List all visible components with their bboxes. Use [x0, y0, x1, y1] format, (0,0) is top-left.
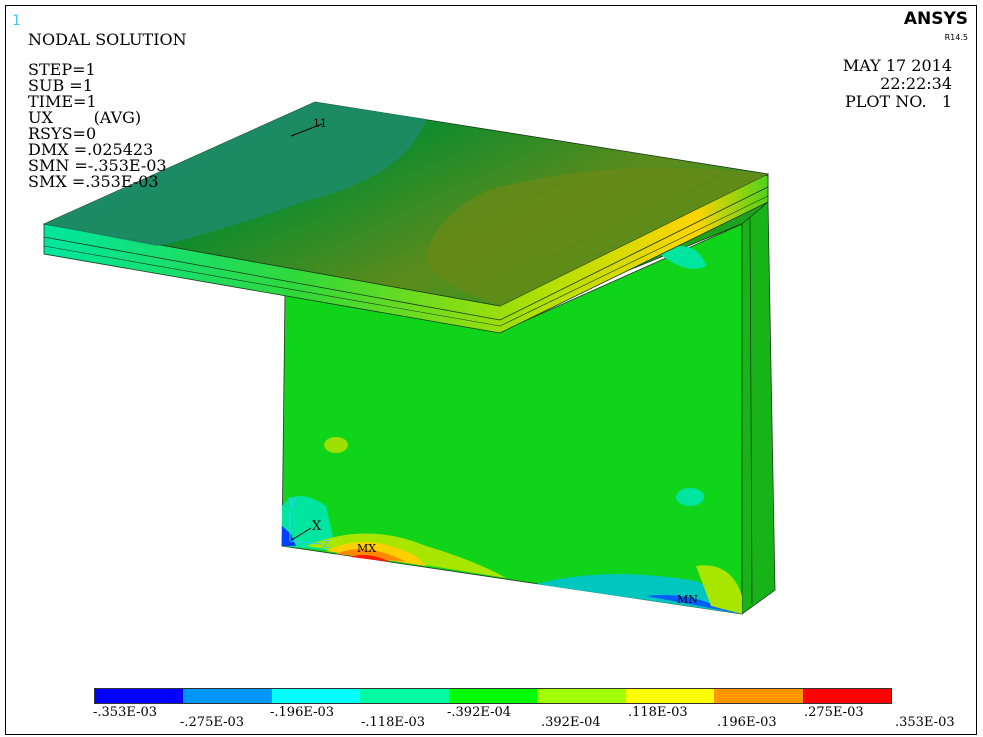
legend-label: .196E-03	[717, 715, 777, 730]
plot-number: PLOT NO. 1	[845, 92, 952, 111]
legend-swatch	[802, 689, 891, 703]
wall-side-face	[741, 201, 776, 615]
model-view[interactable]: 11 Y X Z MX MN	[6, 6, 976, 734]
legend-label: -.118E-03	[361, 715, 426, 730]
contour-legend-bar	[94, 688, 892, 704]
legend-label: .353E-03	[895, 715, 955, 730]
legend-swatch	[360, 689, 449, 703]
legend-label: -.196E-03	[270, 705, 335, 720]
triad-x-label: X	[312, 519, 322, 534]
legend-label: .118E-03	[628, 705, 688, 720]
legend-label: -.392E-04	[447, 705, 512, 720]
node-label: 11	[313, 117, 327, 130]
legend-label: -.275E-03	[180, 715, 245, 730]
max-label: MX	[357, 542, 376, 555]
plot-title: NODAL SOLUTION	[28, 30, 187, 49]
legend-label: .275E-03	[804, 705, 864, 720]
legend-swatch	[537, 689, 626, 703]
smx-info: SMX =.353E-03	[28, 172, 159, 191]
plot-date: MAY 17 2014	[842, 56, 952, 75]
legend-swatch	[183, 689, 272, 703]
contour-patch	[676, 488, 704, 506]
graphics-viewport[interactable]: 11 Y X Z MX MN 1 NODAL SOLUTION STEP=1 S…	[5, 5, 977, 735]
legend-swatch	[271, 689, 361, 703]
plot-time: 22:22:34	[880, 74, 952, 93]
legend-swatch	[448, 689, 538, 703]
version-label: R14.5	[944, 33, 968, 42]
ansys-logo: ANSYS	[903, 9, 968, 29]
min-label: MN	[677, 593, 698, 606]
contour-patch	[324, 437, 348, 453]
legend-label: .392E-04	[541, 715, 601, 730]
legend-swatch	[714, 689, 803, 703]
legend-swatch	[95, 689, 184, 703]
triad-z-label: Z	[322, 538, 330, 551]
legend-swatch	[625, 689, 715, 703]
triad-y-label: Y	[287, 496, 297, 511]
window-number: 1	[12, 13, 21, 29]
legend-label: -.353E-03	[93, 705, 158, 720]
